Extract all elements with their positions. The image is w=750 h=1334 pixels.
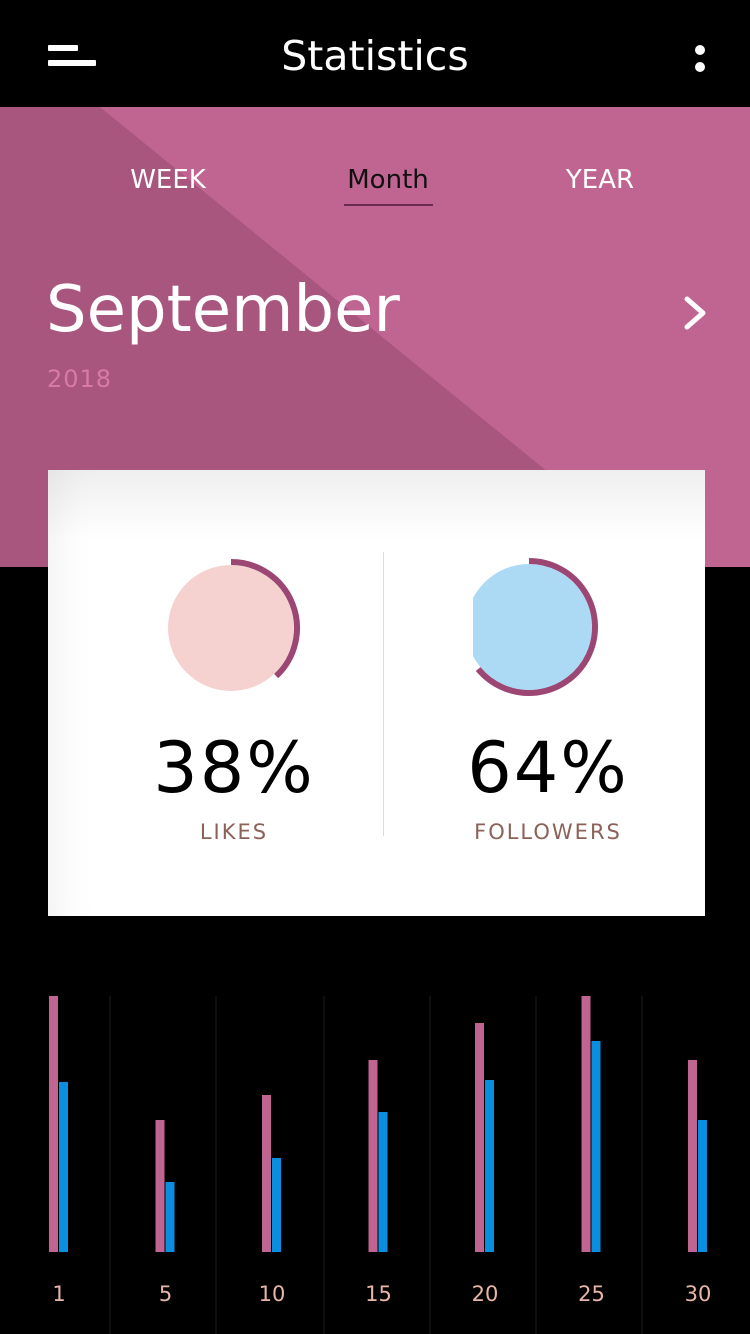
stats-card: 38% LIKES 64% FOLLOWERS (48, 470, 705, 916)
chart-bar-followers (59, 1082, 68, 1252)
likes-progress-circle (168, 565, 294, 691)
more-options-dot (695, 62, 705, 72)
card-divider (383, 552, 384, 836)
chart-x-tick-label: 30 (684, 1282, 712, 1306)
chart-bar-likes (155, 1120, 165, 1252)
period-tabs: WEEK Month YEAR (0, 165, 750, 215)
likes-progress-ring (168, 559, 300, 691)
likes-label: LIKES (199, 820, 269, 844)
tab-year-label: YEAR (565, 165, 635, 195)
tab-week-label: WEEK (130, 165, 206, 195)
more-options-icon[interactable] (680, 36, 720, 82)
likes-stat: 38% LIKES (104, 558, 364, 858)
chart-x-tick-label: 5 (158, 1282, 173, 1306)
chart-bar-likes (581, 996, 591, 1252)
tab-month-label: Month (347, 165, 429, 195)
chevron-right-icon[interactable] (672, 291, 716, 335)
chart-bar-followers (165, 1182, 175, 1252)
page-title: Statistics (281, 32, 469, 80)
chart-bar-followers (272, 1158, 281, 1252)
chart-bar-followers (378, 1112, 388, 1252)
chart-bar-likes (475, 1023, 484, 1252)
followers-percentage: 64% (467, 727, 629, 809)
tab-week[interactable]: WEEK (106, 165, 230, 195)
chart-x-tick-label: 15 (365, 1282, 392, 1306)
month-title: September (46, 273, 400, 347)
bar-chart: 1 5 10 15 20 25 30 (0, 990, 750, 1334)
chart-x-tick-label: 25 (578, 1282, 605, 1306)
chart-bar-likes (49, 996, 58, 1252)
tab-active-indicator (344, 204, 433, 206)
chart-bar-likes (688, 1060, 697, 1252)
chart-bar-followers (591, 1041, 601, 1252)
year-label: 2018 (47, 365, 113, 393)
chart-x-tick-label: 20 (471, 1282, 499, 1306)
followers-label: FOLLOWERS (474, 820, 622, 844)
top-bar: Statistics (0, 0, 750, 107)
followers-stat: 64% FOLLOWERS (418, 558, 678, 858)
chart-bar-followers (485, 1080, 494, 1252)
more-options-dot (695, 45, 705, 55)
tab-year[interactable]: YEAR (550, 165, 650, 195)
chart-x-tick-label: 1 (52, 1282, 66, 1306)
chart-bar-followers (698, 1120, 707, 1252)
likes-percentage: 38% (153, 727, 315, 809)
tab-month[interactable]: Month (340, 165, 436, 206)
chart-bar-likes (262, 1095, 271, 1252)
followers-progress-ring (473, 558, 598, 696)
chart-bar-likes (368, 1060, 378, 1252)
chart-x-tick-label: 10 (258, 1282, 286, 1306)
